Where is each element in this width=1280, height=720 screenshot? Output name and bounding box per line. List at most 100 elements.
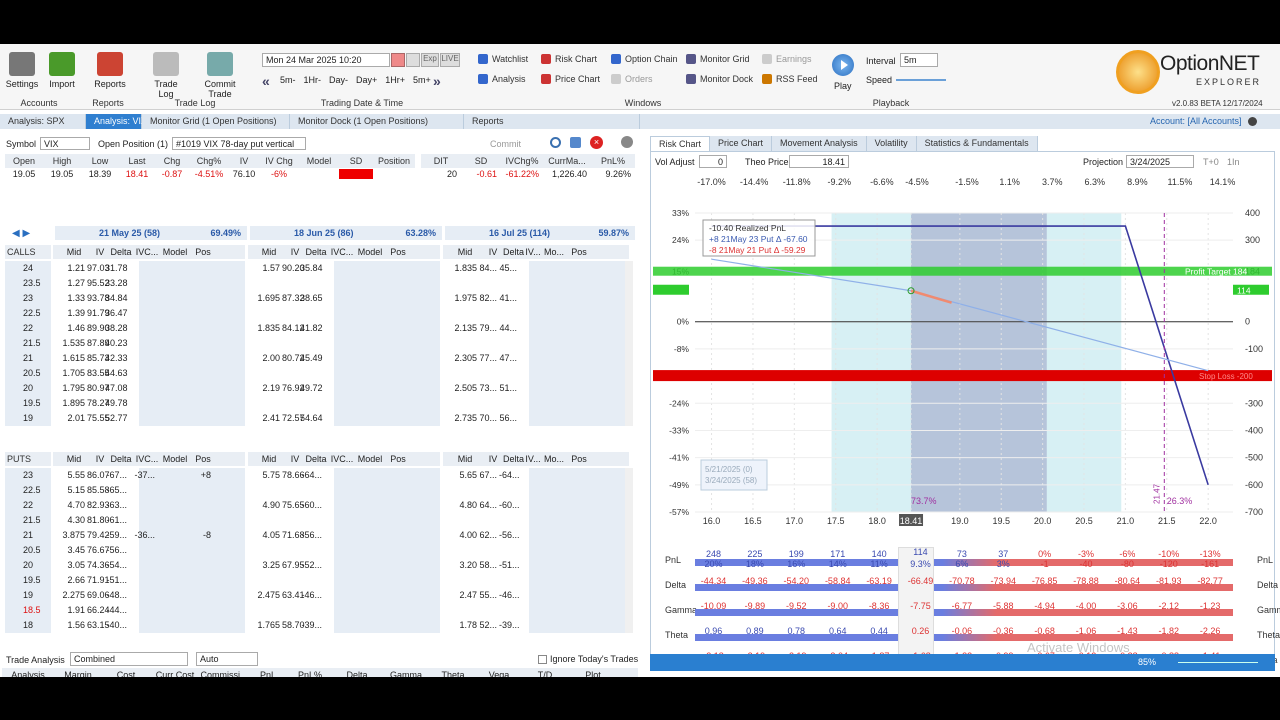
datetime-input[interactable]: Mon 24 Mar 2025 10:20 [262, 53, 390, 67]
tab-4[interactable]: Reports [464, 114, 640, 129]
tplus-button[interactable]: T+0 [1203, 157, 1219, 167]
window-orders-button[interactable]: Orders [611, 74, 653, 84]
step-button-4[interactable]: 1Hr+ [385, 75, 405, 85]
chart-tab-3[interactable]: Volatility [866, 136, 917, 151]
step-button-2[interactable]: Day- [329, 75, 348, 85]
y-left-tick-label: -24% [669, 398, 689, 408]
import-button[interactable]: Import [42, 52, 82, 89]
chain-col-header: IVC... [330, 247, 354, 257]
chain-value: 2.47 [459, 590, 477, 600]
chain-value: -44... [106, 605, 127, 615]
search-icon[interactable] [550, 137, 561, 148]
chain-value: 44... [499, 323, 517, 333]
projection-date[interactable]: 3/24/2025 [1126, 155, 1194, 168]
symbol-select[interactable]: VIX [40, 137, 90, 150]
window-label: Option Chain [625, 54, 678, 64]
chain-col-header: Mo... [543, 247, 564, 257]
exp-button[interactable]: Exp [421, 53, 439, 67]
chain-value: 67... [479, 470, 497, 480]
ignore-today-checkbox[interactable] [538, 655, 547, 664]
chain-value: 42.33 [105, 353, 128, 363]
chart-tab-2[interactable]: Movement Analysis [772, 136, 867, 151]
chain-value: 76.92 [282, 383, 305, 393]
tab-0[interactable]: Analysis: SPX [0, 114, 86, 129]
chain-value: 1.695 [257, 293, 280, 303]
chart-tab-0[interactable]: Risk Chart [650, 136, 711, 151]
open-position-select[interactable]: #1019 VIX 78-day put vertical [172, 137, 306, 150]
stats-theta-value: 0.78 [787, 626, 806, 636]
chart-tab-4[interactable]: Statistics & Fundamentals [916, 136, 1038, 151]
live-button[interactable]: LIVE [440, 53, 460, 67]
prev-expiration-icon[interactable]: ◀ ▶ [12, 228, 30, 239]
chain-value: 4.90 [262, 500, 280, 510]
window-monitor-grid-button[interactable]: Monitor Grid [686, 54, 750, 64]
stats-delta-value: -70.78 [949, 576, 975, 586]
rewind-icon[interactable]: « [262, 73, 270, 89]
window-analysis-button[interactable]: Analysis [478, 74, 526, 84]
tab-2[interactable]: Monitor Grid (1 Open Positions) [142, 114, 290, 129]
filter-icon[interactable] [570, 137, 581, 148]
window-option-chain-button[interactable]: Option Chain [611, 54, 678, 64]
trade-analysis-mode-select[interactable]: Combined [70, 652, 188, 666]
theo-price-input[interactable]: 18.41 [789, 155, 849, 168]
window-label: Analysis [492, 74, 526, 84]
close-icon[interactable]: × [590, 136, 603, 149]
account-selector[interactable]: Account: [All Accounts] [1150, 116, 1242, 126]
settings-icon[interactable] [621, 136, 633, 148]
chart-tab-label: Risk Chart [659, 139, 702, 149]
trade-log-button[interactable]: Trade Log [146, 52, 186, 99]
chain-value: 49.78 [105, 398, 128, 408]
tab-1[interactable]: Analysis: VIX× [86, 114, 162, 129]
vol-adjust-input[interactable]: 0 [699, 155, 727, 168]
auto-select[interactable]: Auto [196, 652, 258, 666]
step-button-1[interactable]: 1Hr- [304, 75, 322, 85]
lock-icon[interactable] [406, 53, 420, 67]
interval-label: Interval [866, 56, 896, 66]
stats-theta-value: -1.06 [1075, 626, 1097, 636]
chain-value: 90.20 [282, 263, 305, 273]
window-risk-chart-button[interactable]: Risk Chart [541, 54, 597, 64]
forward-icon[interactable]: » [433, 73, 441, 89]
window-watchlist-button[interactable]: Watchlist [478, 54, 528, 64]
chain-value: 5.15 [67, 485, 85, 495]
stats-delta-value: -81.93 [1156, 576, 1182, 586]
speed-slider[interactable] [896, 79, 946, 81]
reports-button[interactable]: Reports [90, 52, 130, 89]
calendar-icon[interactable] [391, 53, 405, 67]
in-button[interactable]: 1In [1227, 157, 1240, 167]
tab-label: Reports [472, 116, 504, 126]
y-right-tick-label: 0 [1245, 317, 1250, 327]
interval-select[interactable]: 5m [900, 53, 938, 67]
stats-theta-value: -0.68 [1034, 626, 1055, 636]
tab-3[interactable]: Monitor Dock (1 Open Positions) [290, 114, 464, 129]
commit-trade-button[interactable]: Commit Trade [192, 52, 248, 99]
window-earnings-button[interactable]: Earnings [762, 54, 812, 64]
stats-delta-value: -49.36 [742, 576, 768, 586]
strike: 22 [5, 498, 51, 513]
legend-entry: +8 21May 23 Put Δ -67.60 [709, 234, 808, 244]
chain-value: 87.32 [282, 293, 305, 303]
chain-value: 4.30 [67, 515, 85, 525]
chain-value: 84... [479, 263, 497, 273]
step-button-5[interactable]: 5m+ [413, 75, 431, 85]
chain-value: 2.01 [67, 413, 85, 423]
window-rss-feed-button[interactable]: RSS Feed [762, 74, 818, 84]
chain-value: 2.66 [67, 575, 85, 585]
settings-button[interactable]: Settings [2, 52, 42, 89]
quote-header: Chg% [189, 154, 229, 168]
quote-header: IV [229, 154, 259, 168]
step-button-0[interactable]: 5m- [280, 75, 296, 85]
window-monitor-dock-button[interactable]: Monitor Dock [686, 74, 753, 84]
step-button-3[interactable]: Day+ [356, 75, 377, 85]
chain-value: -40... [106, 620, 127, 630]
risk-chart[interactable]: 16.0 -17.0% 16.5 -14.4% 17.0 -11.8% 17.5 -9.2% 1… [651, 170, 1274, 540]
chain-value: 1.91 [67, 605, 85, 615]
window-price-chart-button[interactable]: Price Chart [541, 74, 600, 84]
chain-value: 83.55 [87, 368, 110, 378]
x-tick-label: 17.5 [827, 516, 845, 526]
commit-button[interactable]: Commit [490, 139, 521, 149]
chart-tab-1[interactable]: Price Chart [710, 136, 773, 151]
zoom-slider[interactable] [1178, 662, 1258, 663]
quote-header: Last [119, 154, 155, 168]
play-icon[interactable] [832, 54, 854, 76]
